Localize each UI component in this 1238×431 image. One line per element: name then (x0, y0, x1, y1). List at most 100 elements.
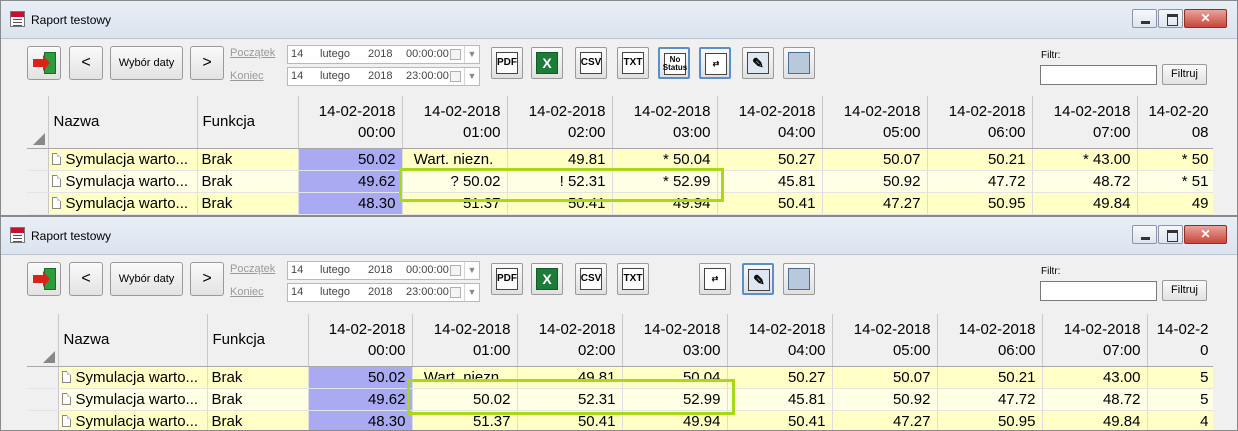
chevron-down-icon[interactable]: ▼ (464, 68, 479, 85)
cell-value[interactable]: 50.02 (298, 148, 403, 171)
row-indicator[interactable] (27, 170, 49, 193)
prev-day-button[interactable]: < (69, 46, 103, 80)
column-header-hour[interactable]: 14-02-2018 05:00 (822, 96, 928, 149)
column-header-name[interactable]: Nazwa (48, 96, 198, 149)
select-date-button[interactable]: Wybór daty (110, 262, 183, 296)
cell-function[interactable]: Brak (197, 148, 299, 171)
chevron-down-icon[interactable]: ▼ (464, 46, 479, 63)
next-day-button[interactable]: > (190, 262, 224, 296)
column-header-hour[interactable]: 14-02-2018 06:00 (927, 96, 1033, 149)
filter-button[interactable]: Filtruj (1162, 280, 1207, 301)
start-datetime-picker[interactable]: 14 lutego 2018 00:00:00 ▼ (287, 261, 480, 280)
select-all-corner[interactable] (27, 96, 49, 149)
cell-name[interactable]: Symulacja warto... (48, 192, 198, 215)
cell-value[interactable]: Wart. niezn. (402, 148, 508, 171)
maximize-button[interactable] (1158, 9, 1183, 28)
next-day-button[interactable]: > (190, 46, 224, 80)
print-button[interactable] (783, 47, 815, 79)
cell-function[interactable]: Brak (197, 192, 299, 215)
start-datetime-picker[interactable]: 14 lutego 2018 00:00:00 ▼ (287, 45, 480, 64)
calendar-checkbox-icon[interactable] (450, 265, 461, 276)
cell-name[interactable]: Symulacja warto... (58, 366, 208, 389)
export-txt-button[interactable]: TXT (617, 263, 649, 295)
cell-value[interactable]: 49.84 (1042, 410, 1148, 430)
select-date-button[interactable]: Wybór daty (110, 46, 183, 80)
column-header-hour[interactable]: 14-02-2018 03:00 (622, 314, 728, 367)
minimize-button[interactable] (1132, 225, 1157, 244)
column-header-hour[interactable]: 14-02-2018 02:00 (517, 314, 623, 367)
row-indicator[interactable] (27, 366, 59, 389)
column-header-hour[interactable]: 14-02-20 08 (1137, 96, 1213, 149)
export-pdf-button[interactable]: PDF (491, 263, 523, 295)
cell-value[interactable]: * 50 (1137, 148, 1213, 171)
column-header-hour[interactable]: 14-02-2018 04:00 (727, 314, 833, 367)
minimize-button[interactable] (1132, 9, 1157, 28)
cell-function[interactable]: Brak (207, 410, 309, 430)
cell-value[interactable]: 49.62 (298, 170, 403, 193)
cell-value[interactable]: 47.72 (937, 388, 1043, 411)
cell-value[interactable]: 50.02 (308, 366, 413, 389)
column-header-function[interactable]: Funkcja (207, 314, 309, 367)
filter-button[interactable]: Filtruj (1162, 64, 1207, 85)
cell-value[interactable]: 47.27 (832, 410, 938, 430)
cell-value[interactable]: 43.00 (1042, 366, 1148, 389)
end-datetime-picker[interactable]: 14 lutego 2018 23:00:00 ▼ (287, 67, 480, 86)
cell-value[interactable]: 45.81 (717, 170, 823, 193)
filter-input[interactable] (1040, 65, 1157, 85)
export-pdf-button[interactable]: PDF (491, 47, 523, 79)
cell-function[interactable]: Brak (207, 388, 309, 411)
column-header-hour[interactable]: 14-02-2018 01:00 (402, 96, 508, 149)
table-format-toggle[interactable]: ⇄ (699, 47, 731, 79)
cell-value[interactable]: 50.07 (832, 366, 938, 389)
column-header-function[interactable]: Funkcja (197, 96, 299, 149)
cell-name[interactable]: Symulacja warto... (48, 170, 198, 193)
print-button[interactable] (783, 263, 815, 295)
cell-value[interactable]: 50.41 (727, 410, 833, 430)
filter-input[interactable] (1040, 281, 1157, 301)
cell-name[interactable]: Symulacja warto... (58, 410, 208, 430)
cell-function[interactable]: Brak (197, 170, 299, 193)
cell-value[interactable]: 4 (1147, 410, 1213, 430)
export-txt-button[interactable]: TXT (617, 47, 649, 79)
cell-value[interactable]: 5 (1147, 366, 1213, 389)
column-header-hour[interactable]: 14-02-2018 00:00 (308, 314, 413, 367)
cell-value[interactable]: 47.72 (927, 170, 1033, 193)
column-header-hour[interactable]: 14-02-2018 04:00 (717, 96, 823, 149)
row-indicator[interactable] (27, 148, 49, 171)
cell-value[interactable]: 50.92 (822, 170, 928, 193)
prev-day-button[interactable]: < (69, 262, 103, 296)
exit-button[interactable] (27, 46, 61, 80)
calendar-checkbox-icon[interactable] (450, 71, 461, 82)
cell-value[interactable]: 50.21 (937, 366, 1043, 389)
calendar-checkbox-icon[interactable] (450, 287, 461, 298)
close-button[interactable] (1184, 225, 1227, 244)
row-indicator[interactable] (27, 192, 49, 215)
cell-value[interactable]: 5 (1147, 388, 1213, 411)
column-header-hour[interactable]: 14-02-2 0 (1147, 314, 1213, 367)
column-header-name[interactable]: Nazwa (58, 314, 208, 367)
cell-value[interactable]: 49.62 (308, 388, 413, 411)
table-row[interactable]: Symulacja warto... Brak 50.02 Wart. niezn. 4… (27, 148, 1213, 171)
cell-value[interactable]: 47.27 (822, 192, 928, 215)
cell-value[interactable]: 45.81 (727, 388, 833, 411)
cell-name[interactable]: Symulacja warto... (48, 148, 198, 171)
chevron-down-icon[interactable]: ▼ (464, 262, 479, 279)
cell-value[interactable]: 48.72 (1042, 388, 1148, 411)
cell-value[interactable]: 50.27 (727, 366, 833, 389)
exit-button[interactable] (27, 262, 61, 296)
no-status-toggle[interactable]: No Status (658, 47, 690, 79)
cell-value[interactable]: * 51 (1137, 170, 1213, 193)
cell-value[interactable]: 50.95 (937, 410, 1043, 430)
cell-value[interactable]: 50.07 (822, 148, 928, 171)
signature-button[interactable]: ✎ (742, 263, 774, 295)
column-header-hour[interactable]: 14-02-2018 02:00 (507, 96, 613, 149)
cell-value[interactable]: 50.41 (717, 192, 823, 215)
cell-value[interactable]: 50.21 (927, 148, 1033, 171)
calendar-checkbox-icon[interactable] (450, 49, 461, 60)
cell-value[interactable]: 49.81 (507, 148, 613, 171)
export-excel-button[interactable]: X (531, 47, 563, 79)
cell-value[interactable]: 50.92 (832, 388, 938, 411)
export-excel-button[interactable]: X (531, 263, 563, 295)
column-header-hour[interactable]: 14-02-2018 03:00 (612, 96, 718, 149)
cell-value[interactable]: 48.30 (298, 192, 403, 215)
